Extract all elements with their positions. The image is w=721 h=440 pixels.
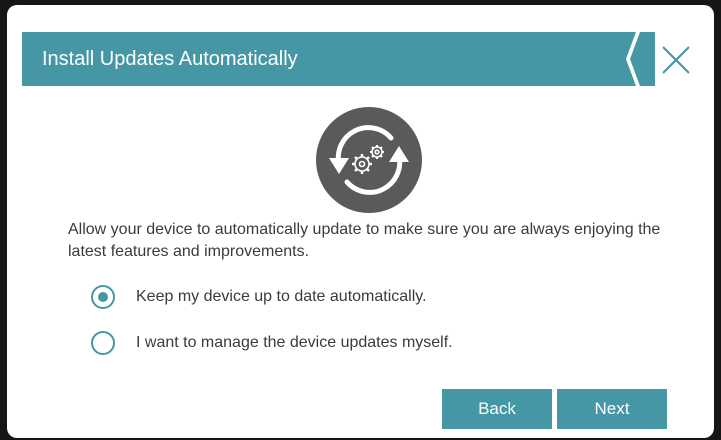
radio-auto-update[interactable]: [91, 285, 115, 309]
update-description: Allow your device to automatically updat…: [68, 221, 661, 260]
auto-update-gears-icon: [315, 106, 423, 214]
option-auto-update[interactable]: Keep my device up to date automatically.: [91, 285, 427, 309]
next-button[interactable]: Next: [557, 389, 667, 429]
dialog-header: Install Updates Automatically: [22, 32, 655, 86]
dialog-title: Install Updates Automatically: [42, 48, 298, 70]
back-button[interactable]: Back: [442, 389, 552, 429]
option-manual-update[interactable]: I want to manage the device updates myse…: [91, 331, 453, 355]
close-button[interactable]: [655, 39, 697, 81]
install-updates-dialog: Install Updates Automatically Allow your…: [7, 5, 714, 438]
close-icon: [662, 46, 690, 74]
radio-manual-update[interactable]: [91, 331, 115, 355]
option-manual-update-label: I want to manage the device updates myse…: [136, 334, 453, 351]
option-auto-update-label: Keep my device up to date automatically.: [136, 288, 427, 305]
